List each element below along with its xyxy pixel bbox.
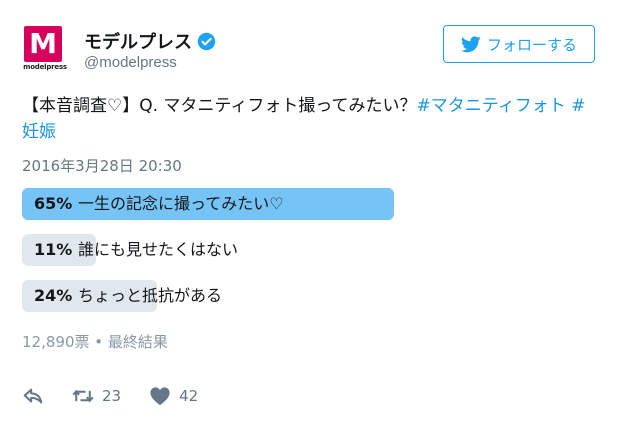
poll-option-text: 誰にも見せたくはない — [78, 240, 239, 259]
retweet-button[interactable]: 23 — [72, 386, 121, 406]
poll-option: 24% ちょっと抵抗がある — [22, 280, 394, 312]
follow-button[interactable]: フォローする — [443, 25, 595, 63]
tweet-body: 【本音調査♡】Q. マタニティフォト撮ってみたい？ — [22, 96, 417, 116]
reply-icon — [23, 388, 43, 404]
reply-button[interactable] — [22, 386, 44, 406]
tweet-actions: 23 42 — [22, 386, 226, 406]
tweet-text: 【本音調査♡】Q. マタニティフォト撮ってみたい？#マタニティフォト # 妊娠 — [22, 93, 602, 145]
like-count: 42 — [179, 387, 199, 405]
poll-meta: 12,890票 • 最終結果 — [22, 333, 168, 351]
like-button[interactable]: 42 — [149, 386, 198, 406]
poll-option-label: 11% 誰にも見せたくはない — [34, 234, 238, 266]
tweet-timestamp[interactable]: 2016年3月28日 20:30 — [22, 155, 182, 176]
poll-option-percent: 11% — [34, 240, 73, 259]
retweet-count: 23 — [102, 387, 122, 405]
logo-wordmark: modelpress — [23, 63, 67, 71]
retweet-icon — [72, 389, 94, 403]
poll-option-label: 24% ちょっと抵抗がある — [34, 280, 222, 312]
poll-option: 11% 誰にも見せたくはない — [22, 234, 394, 266]
display-name-text[interactable]: モデルプレス — [84, 28, 192, 54]
verified-badge-icon — [197, 32, 216, 50]
avatar[interactable]: M modelpress — [21, 24, 71, 74]
twitter-bird-icon — [460, 35, 481, 52]
poll-option-percent: 65% — [34, 194, 73, 213]
poll-option-text: 一生の記念に撮ってみたい♡ — [78, 194, 284, 213]
display-name[interactable]: モデルプレス — [84, 28, 216, 54]
heart-icon — [150, 387, 170, 406]
user-handle[interactable]: @modelpress — [84, 54, 177, 71]
modelpress-logo: M — [24, 26, 62, 62]
poll: 65% 一生の記念に撮ってみたい♡ 11% 誰にも見せたくはない 24% ちょっと抵抗があ… — [22, 188, 394, 326]
poll-option-percent: 24% — [34, 286, 73, 305]
logo-letter: M — [29, 27, 57, 60]
hashtag-symbol[interactable]: # — [571, 96, 585, 116]
follow-button-label: フォローする — [486, 35, 577, 54]
poll-option: 65% 一生の記念に撮ってみたい♡ — [22, 188, 394, 220]
hashtag-pregnancy[interactable]: 妊娠 — [22, 122, 56, 142]
hashtag-maternity-photo[interactable]: #マタニティフォト — [417, 96, 566, 116]
poll-option-label: 65% 一生の記念に撮ってみたい♡ — [34, 188, 284, 220]
poll-option-text: ちょっと抵抗がある — [78, 286, 223, 305]
